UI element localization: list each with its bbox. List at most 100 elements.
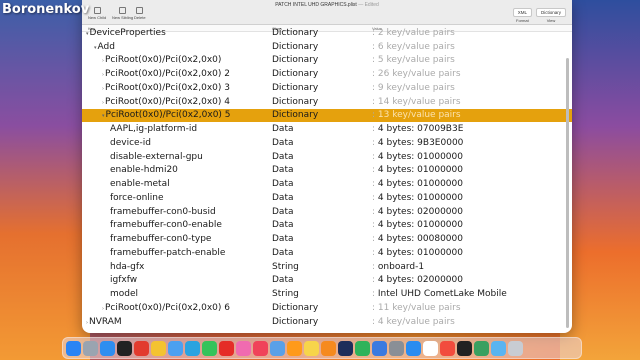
row-key[interactable]: ▾PciRoot(0x0)/Pci(0x2,0x0) 5 xyxy=(102,110,231,120)
row-class[interactable]: Data xyxy=(272,220,294,230)
row-class[interactable]: Dictionary xyxy=(272,97,318,107)
yandex-icon[interactable] xyxy=(134,340,149,356)
row-key[interactable]: enable-metal xyxy=(110,179,170,189)
outline-row[interactable]: framebuffer-con0-busid Data: 4 bytes: 020… xyxy=(82,205,572,219)
system-settings-icon[interactable] xyxy=(389,340,404,356)
outline-row[interactable]: ›PciRoot(0x0)/Pci(0x2,0x0) 4 Dictionary : … xyxy=(82,95,572,109)
row-value[interactable]: : 5 key/value pairs xyxy=(372,55,455,65)
outline-row[interactable]: framebuffer-con0-type Data: 4 bytes: 0008… xyxy=(82,232,572,246)
row-value[interactable]: : 4 bytes: 07009B3E xyxy=(372,124,463,134)
row-value[interactable]: : 11 key/value pairs xyxy=(372,303,461,313)
row-value[interactable]: : 4 bytes: 01000000 xyxy=(372,193,463,203)
row-key[interactable]: ›PciRoot(0x0)/Pci(0x2,0x0) 6 xyxy=(102,303,230,313)
row-key[interactable]: enable-hdmi20 xyxy=(110,165,178,175)
chrome-icon[interactable] xyxy=(151,340,166,356)
outline-row[interactable]: enable-metal Data : 4 bytes: 01000000 xyxy=(82,177,572,191)
outline-row[interactable]: model String: Intel UHD CometLake Mobile xyxy=(82,287,572,301)
row-class[interactable]: Dictionary xyxy=(272,55,318,65)
view-selector[interactable]: Dictionary View xyxy=(535,8,566,23)
disclosure-collapsed-icon[interactable]: › xyxy=(102,58,104,64)
calendar-icon[interactable] xyxy=(440,340,455,356)
disclosure-collapsed-icon[interactable]: › xyxy=(86,320,88,326)
outline-row[interactable]: enable-hdmi20 Data: 4 bytes: 01000000 xyxy=(82,164,572,178)
telegram-icon[interactable] xyxy=(185,340,200,356)
row-value[interactable]: : 13 key/value pairs xyxy=(372,110,461,120)
row-key[interactable]: force-online xyxy=(110,193,164,203)
numbers-icon[interactable] xyxy=(355,340,370,356)
row-value[interactable]: : 4 bytes: 02000000 xyxy=(372,275,463,285)
row-value[interactable]: : 4 bytes: 9B3E0000 xyxy=(372,138,463,148)
row-value[interactable]: : 26 key/value pairs xyxy=(372,69,461,79)
row-key[interactable]: framebuffer-con0-type xyxy=(110,234,211,244)
ps-icon[interactable] xyxy=(338,340,353,356)
row-value[interactable]: : 2 key/value pairs xyxy=(372,28,455,38)
activity-icon[interactable] xyxy=(474,340,489,356)
row-value[interactable]: : 4 bytes: 01000000 xyxy=(372,220,463,230)
outline-row[interactable]: ▾Add Dictionary: 6 key/value pairs xyxy=(82,40,572,54)
terminal-icon[interactable] xyxy=(117,340,132,356)
textedit-icon[interactable] xyxy=(423,340,438,356)
row-key[interactable]: ›PciRoot(0x0)/Pci(0x2,0x0) 3 xyxy=(102,83,230,93)
app-store-icon[interactable] xyxy=(406,340,421,356)
disclosure-collapsed-icon[interactable]: › xyxy=(102,72,104,78)
row-key[interactable]: ▾Add xyxy=(94,42,115,52)
row-class[interactable]: Dictionary xyxy=(272,110,318,120)
row-key[interactable]: ▾DeviceProperties xyxy=(86,28,166,38)
launchpad-icon[interactable] xyxy=(83,340,98,356)
disclosure-collapsed-icon[interactable]: › xyxy=(102,306,104,312)
row-class[interactable]: Dictionary xyxy=(272,42,318,52)
outline-row[interactable]: igfxfw Data: 4 bytes: 02000000 xyxy=(82,274,572,288)
row-value[interactable]: : 4 bytes: 01000000 xyxy=(372,179,463,189)
view-value[interactable]: Dictionary xyxy=(535,8,566,17)
youtube-icon[interactable] xyxy=(219,340,234,356)
row-value[interactable]: : 14 key/value pairs xyxy=(372,97,461,107)
new-child-button[interactable]: New Child xyxy=(88,7,106,20)
outline-row[interactable]: ▾PciRoot(0x0)/Pci(0x2,0x0) 5 Dictionary : … xyxy=(82,108,572,123)
outline-row[interactable]: framebuffer-con0-enable Data : 4 bytes: 01… xyxy=(82,219,572,233)
row-class[interactable]: Data xyxy=(272,165,294,175)
row-value[interactable]: : 9 key/value pairs xyxy=(372,83,455,93)
outline-row[interactable]: disable-external-gpu Data: 4 bytes: 01000… xyxy=(82,150,572,164)
row-key[interactable]: framebuffer-con0-enable xyxy=(110,220,222,230)
photos-icon[interactable] xyxy=(236,340,251,356)
preview-icon[interactable] xyxy=(270,340,285,356)
disclosure-expanded-icon[interactable]: ▾ xyxy=(86,31,89,37)
row-value[interactable]: : 4 bytes: 01000000 xyxy=(372,152,463,162)
delete-button[interactable]: Delete xyxy=(134,7,146,20)
row-class[interactable]: Data xyxy=(272,179,294,189)
trash-icon[interactable] xyxy=(508,340,523,356)
outline-row[interactable]: hda-gfx String: onboard-1 xyxy=(82,260,572,274)
sublime-icon[interactable] xyxy=(287,340,302,356)
row-key[interactable]: ›PciRoot(0x0)/Pci(0x2,0x0) xyxy=(102,55,221,65)
row-class[interactable]: Data xyxy=(272,207,294,217)
row-class[interactable]: Data xyxy=(272,138,294,148)
row-key[interactable]: ›PciRoot(0x0)/Pci(0x2,0x0) 4 xyxy=(102,97,230,107)
row-class[interactable]: Dictionary xyxy=(272,317,318,327)
row-class[interactable]: Dictionary xyxy=(272,83,318,93)
row-key[interactable]: hda-gfx xyxy=(110,262,144,272)
row-class[interactable]: Dictionary xyxy=(272,69,318,79)
row-key[interactable]: ›NVRAM xyxy=(86,317,122,327)
row-value[interactable]: : 4 bytes: 02000000 xyxy=(372,207,463,217)
pages-icon[interactable] xyxy=(321,340,336,356)
outline-row[interactable]: ›PciRoot(0x0)/Pci(0x2,0x0) 3 Dictionary : … xyxy=(82,81,572,95)
safari-icon[interactable] xyxy=(100,340,115,356)
format-value[interactable]: XML xyxy=(512,8,532,17)
row-class[interactable]: Data xyxy=(272,248,294,258)
disclosure-expanded-icon[interactable]: ▾ xyxy=(102,113,105,119)
outline-row[interactable]: ›PciRoot(0x0)/Pci(0x2,0x0) 6 Dictionary: … xyxy=(82,301,572,315)
row-class[interactable]: String xyxy=(272,262,299,272)
row-class[interactable]: String xyxy=(272,289,299,299)
row-key[interactable]: model xyxy=(110,289,138,299)
row-class[interactable]: Data xyxy=(272,124,294,134)
row-value[interactable]: : 4 bytes: 01000000 xyxy=(372,248,463,258)
row-value[interactable]: : 4 bytes: 00080000 xyxy=(372,234,463,244)
music-icon[interactable] xyxy=(253,340,268,356)
format-selector[interactable]: XML Format xyxy=(512,8,532,23)
keynote-icon[interactable] xyxy=(372,340,387,356)
row-class[interactable]: Data xyxy=(272,152,294,162)
row-value[interactable]: : 4 key/value pairs xyxy=(372,317,455,327)
mail-icon[interactable] xyxy=(168,340,183,356)
row-key[interactable]: AAPL,ig-platform-id xyxy=(110,124,197,134)
row-key[interactable]: device-id xyxy=(110,138,151,148)
